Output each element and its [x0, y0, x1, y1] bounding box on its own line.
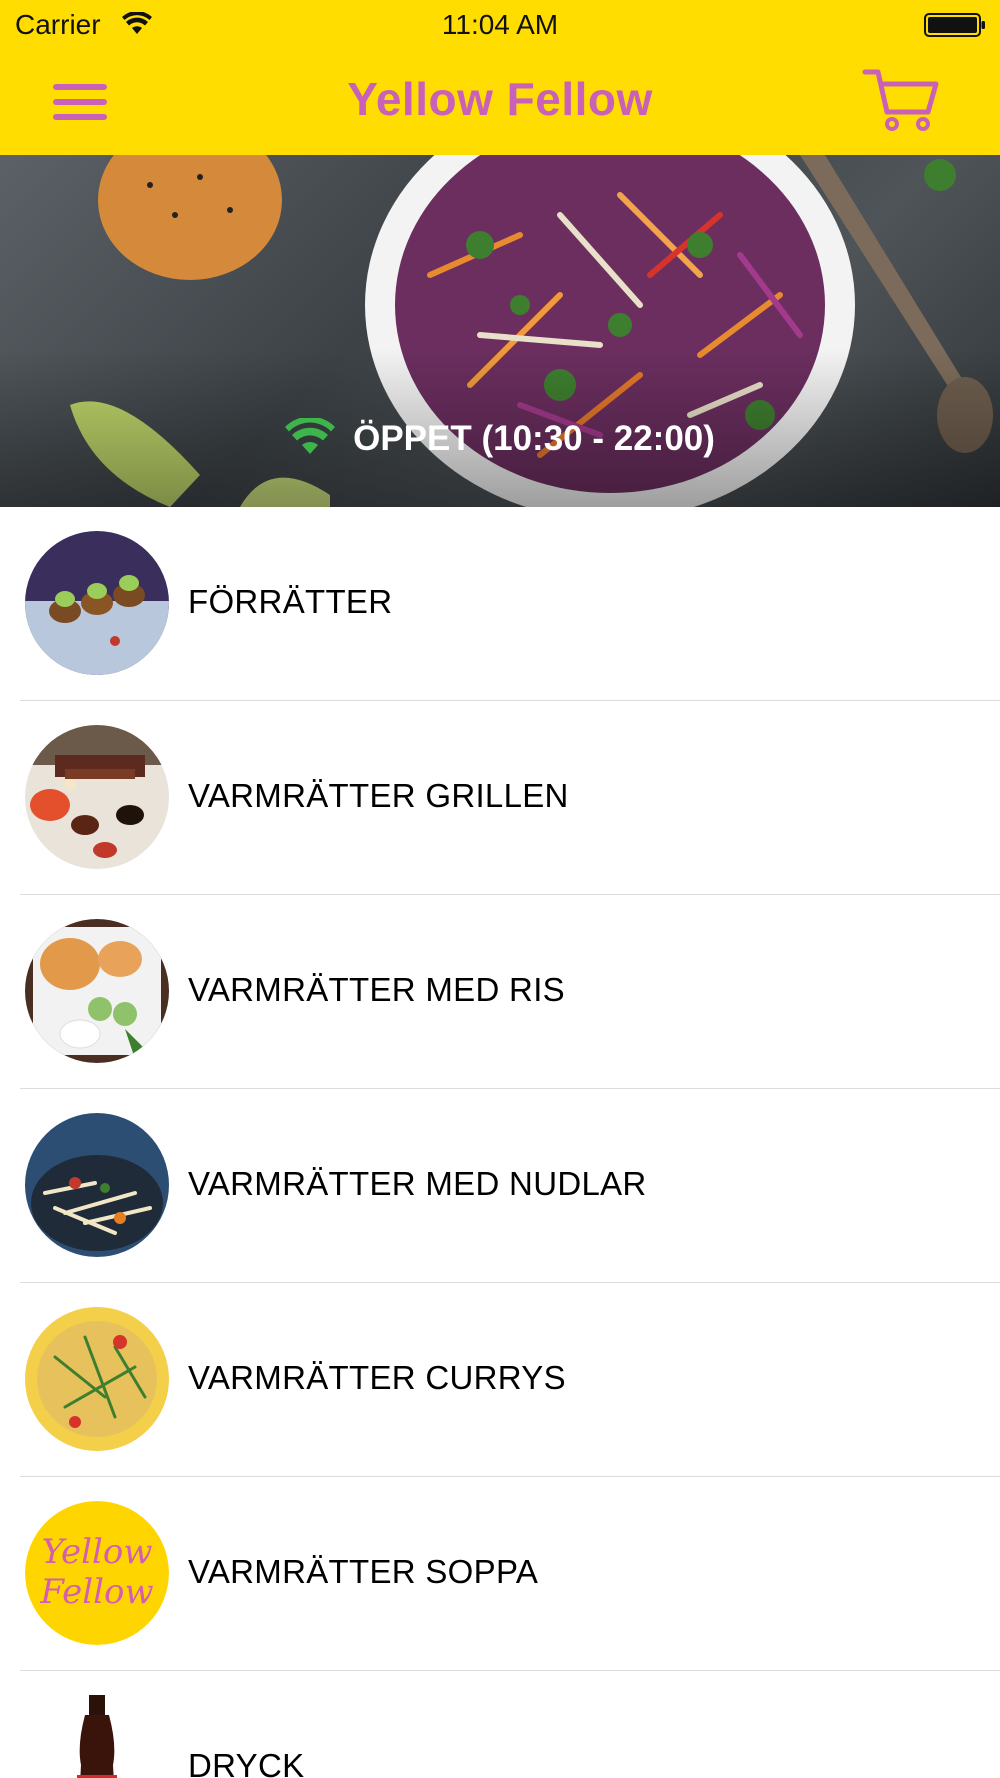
open-status: ÖPPET (10:30 - 22:00) [0, 418, 1000, 459]
category-label: VARMRÄTTER MED RIS [188, 971, 565, 1008]
logo-word-2: Fellow [39, 1572, 153, 1612]
open-hours-label: ÖPPET (10:30 - 22:00) [353, 419, 715, 458]
category-label: VARMRÄTTER CURRYS [188, 1359, 566, 1396]
category-item-nudlar[interactable]: VARMRÄTTER MED NUDLAR [20, 1089, 1000, 1283]
category-thumbnail [25, 919, 169, 1063]
category-item-dryck[interactable]: DRYCK [20, 1671, 1000, 1778]
category-thumbnail [25, 725, 169, 869]
category-label: VARMRÄTTER GRILLEN [188, 777, 569, 814]
category-item-forratter[interactable]: FÖRRÄTTER [20, 507, 1000, 701]
category-item-ris[interactable]: VARMRÄTTER MED RIS [20, 895, 1000, 1089]
category-label: DRYCK [188, 1747, 305, 1778]
category-thumbnail [25, 1695, 169, 1778]
status-bar: Carrier 11:04 AM [0, 0, 1000, 50]
category-item-grillen[interactable]: VARMRÄTTER GRILLEN [20, 701, 1000, 895]
category-label: VARMRÄTTER MED NUDLAR [188, 1165, 647, 1202]
wifi-signal-icon [285, 418, 336, 454]
clock-time: 11:04 AM [441, 9, 559, 40]
category-item-currys[interactable]: VARMRÄTTER CURRYS [20, 1283, 1000, 1477]
battery-icon [924, 13, 985, 37]
app-title: Yellow Fellow [347, 73, 653, 125]
category-list: FÖRRÄTTER VARMRÄTTER GRILLEN VARMRÄTTER [0, 507, 1000, 1778]
category-item-soppa[interactable]: Yellow Fellow VARMRÄTTER SOPPA [20, 1477, 1000, 1671]
hero-banner: ÖPPET (10:30 - 22:00) [0, 155, 1000, 507]
logo-word-1: Yellow [42, 1532, 153, 1572]
category-thumbnail [25, 1307, 169, 1451]
category-thumbnail [25, 1113, 169, 1257]
navigation-bar: Yellow Fellow [0, 50, 1000, 155]
yellow-fellow-logo: Yellow Fellow [25, 1501, 169, 1645]
category-label: VARMRÄTTER SOPPA [188, 1553, 539, 1590]
category-label: FÖRRÄTTER [188, 583, 393, 620]
category-thumbnail [25, 531, 169, 675]
shopping-cart-icon[interactable] [862, 66, 940, 134]
